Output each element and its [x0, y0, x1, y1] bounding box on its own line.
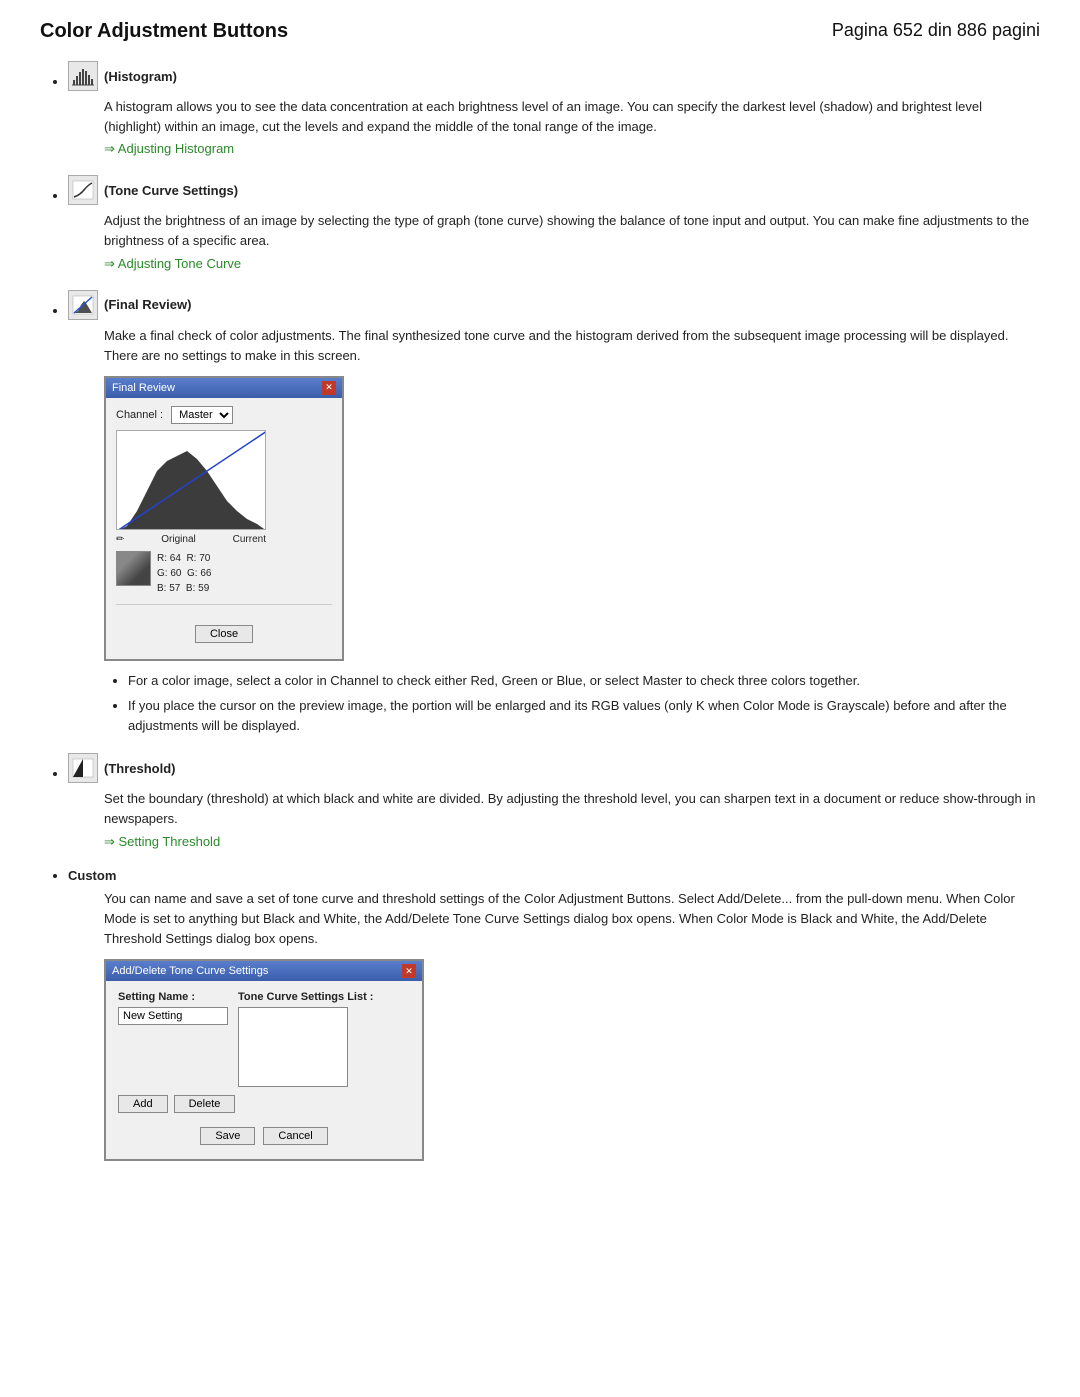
dialog-close-btn[interactable]: ✕ [322, 381, 336, 395]
setting-name-label: Setting Name : [118, 991, 228, 1003]
final-review-sub-list: For a color image, select a color in Cha… [104, 671, 1040, 736]
histogram-icon-box [68, 61, 98, 91]
final-review-icon-box [68, 290, 98, 320]
tone-curve-icon [72, 180, 94, 200]
add-button[interactable]: Add [118, 1095, 168, 1113]
tone-list-box [238, 1007, 348, 1087]
dialog-divider [116, 604, 332, 605]
threshold-icon [72, 758, 94, 778]
channel-select[interactable]: Master [171, 406, 233, 424]
tone-list-col: Tone Curve Settings List : [238, 991, 373, 1087]
threshold-icon-box [68, 753, 98, 783]
dialog-legend: ✏ Original Current [116, 534, 266, 545]
page-number: Pagina 652 din 886 pagini [832, 20, 1040, 41]
add-delete-footer: Save Cancel [118, 1121, 410, 1149]
histogram-svg [117, 431, 266, 530]
dialog-titlebar: Final Review ✕ [106, 378, 342, 398]
threshold-header: (Threshold) [68, 753, 1040, 783]
tone-curve-section: (Tone Curve Settings) Adjust the brightn… [68, 175, 1040, 271]
tone-list-label: Tone Curve Settings List : [238, 991, 373, 1003]
final-review-body: Make a final check of color adjustments.… [104, 326, 1040, 736]
preview-row: R: 64 R: 70 G: 60 G: 66 B: 57 B: 59 [116, 551, 332, 596]
final-review-dialog: Final Review ✕ Channel : Master [104, 376, 344, 661]
setting-name-col: Setting Name : [118, 991, 228, 1087]
preview-thumb [116, 551, 151, 586]
final-review-section: (Final Review) Make a final check of col… [68, 290, 1040, 736]
save-button[interactable]: Save [200, 1127, 255, 1145]
histogram-canvas [116, 430, 266, 530]
add-delete-close-btn[interactable]: ✕ [402, 964, 416, 978]
add-delete-dialog: Add/Delete Tone Curve Settings ✕ Setting… [104, 959, 424, 1161]
histogram-body: A histogram allows you to see the data c… [104, 97, 1040, 157]
page-title: Color Adjustment Buttons [40, 20, 288, 43]
histogram-icon [72, 66, 94, 86]
add-delete-btn-row: Add Delete [118, 1095, 410, 1113]
tone-curve-link[interactable]: Adjusting Tone Curve [104, 256, 241, 271]
add-delete-body: Setting Name : Tone Curve Settings List … [106, 981, 422, 1159]
dialog-close-button[interactable]: Close [195, 625, 253, 643]
add-delete-titlebar: Add/Delete Tone Curve Settings ✕ [106, 961, 422, 981]
threshold-description: Set the boundary (threshold) at which bl… [104, 789, 1040, 829]
legend-original: Original [161, 534, 195, 545]
histogram-section: (Histogram) A histogram allows you to se… [68, 61, 1040, 157]
cancel-button[interactable]: Cancel [263, 1127, 327, 1145]
histogram-description: A histogram allows you to see the data c… [104, 97, 1040, 137]
sub-bullet-1: For a color image, select a color in Cha… [128, 671, 1040, 691]
add-delete-title: Add/Delete Tone Curve Settings [112, 965, 268, 977]
setting-name-input[interactable] [118, 1007, 228, 1025]
custom-section: Custom You can name and save a set of to… [68, 868, 1040, 1161]
threshold-link[interactable]: Setting Threshold [104, 834, 220, 849]
r-values: R: 64 R: 70 [157, 551, 212, 566]
sub-bullet-2: If you place the cursor on the preview i… [128, 696, 1040, 735]
custom-description: You can name and save a set of tone curv… [104, 889, 1040, 949]
histogram-link[interactable]: Adjusting Histogram [104, 141, 234, 156]
dialog-body: Channel : Master [106, 398, 342, 659]
g-values: G: 60 G: 66 [157, 566, 212, 581]
dialog-title: Final Review [112, 382, 175, 394]
tone-curve-description: Adjust the brightness of an image by sel… [104, 211, 1040, 251]
final-review-header: (Final Review) [68, 290, 1040, 320]
main-section-list: (Histogram) A histogram allows you to se… [40, 61, 1040, 1161]
legend-pencil-icon: ✏ [116, 534, 124, 545]
b-values: B: 57 B: 59 [157, 581, 212, 596]
tone-curve-body: Adjust the brightness of an image by sel… [104, 211, 1040, 271]
add-delete-fields-row: Setting Name : Tone Curve Settings List … [118, 991, 410, 1087]
threshold-label: (Threshold) [104, 761, 176, 776]
page-header: Color Adjustment Buttons Pagina 652 din … [40, 20, 1040, 43]
custom-label: Custom [68, 868, 116, 883]
tone-curve-header: (Tone Curve Settings) [68, 175, 1040, 205]
custom-header: Custom [68, 868, 1040, 883]
channel-label: Channel : [116, 409, 163, 421]
channel-row: Channel : Master [116, 406, 332, 424]
threshold-section: (Threshold) Set the boundary (threshold)… [68, 753, 1040, 849]
legend-current: Current [233, 534, 266, 545]
delete-button[interactable]: Delete [174, 1095, 236, 1113]
tone-curve-label: (Tone Curve Settings) [104, 183, 238, 198]
histogram-header: (Histogram) [68, 61, 1040, 91]
final-review-icon [72, 295, 94, 315]
preview-values: R: 64 R: 70 G: 60 G: 66 B: 57 B: 59 [157, 551, 212, 596]
histogram-label: (Histogram) [104, 69, 177, 84]
threshold-body: Set the boundary (threshold) at which bl… [104, 789, 1040, 849]
tone-curve-icon-box [68, 175, 98, 205]
dialog-footer: Close [116, 625, 332, 651]
final-review-label: (Final Review) [104, 297, 191, 312]
custom-body: You can name and save a set of tone curv… [104, 889, 1040, 1161]
final-review-description: Make a final check of color adjustments.… [104, 326, 1040, 366]
